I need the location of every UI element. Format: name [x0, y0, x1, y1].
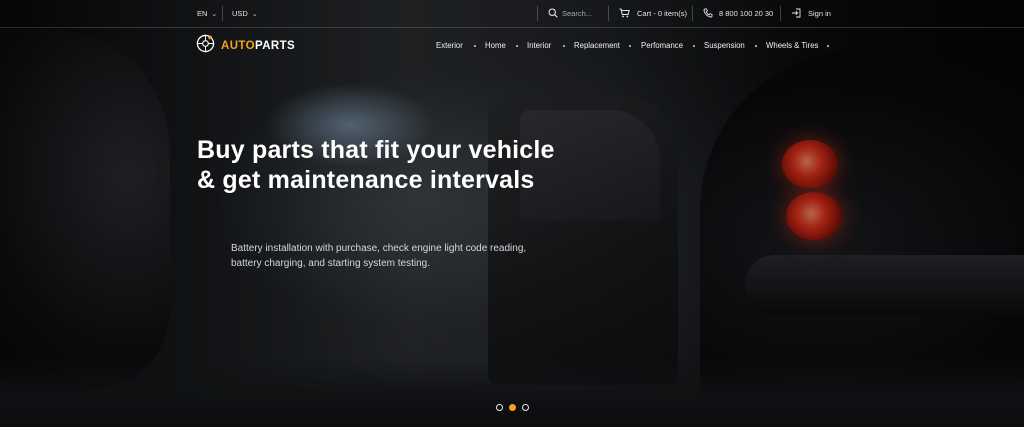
main-nav: Exterior Home Interior Replacement Perfo… [0, 36, 1024, 56]
language-selector[interactable]: EN ⌄ [197, 0, 217, 27]
search-icon [548, 7, 558, 20]
signin-icon [791, 8, 801, 20]
cart-icon [619, 8, 630, 20]
nav-separator [827, 45, 829, 47]
nav-item-interior[interactable]: Interior [527, 36, 551, 56]
slider-dot-3[interactable] [522, 404, 529, 411]
nav-item-home[interactable]: Home [485, 36, 506, 56]
signin-link[interactable]: Sign in [791, 0, 831, 27]
currency-value: USD [232, 9, 248, 18]
search-input[interactable]: Search... [562, 9, 592, 18]
nav-separator [693, 45, 695, 47]
slider-dot-2[interactable] [509, 404, 516, 411]
nav-separator [474, 45, 476, 47]
hero-headline: Buy parts that fit your vehicle & get ma… [197, 136, 555, 194]
nav-item-exterior[interactable]: Exterior [436, 36, 463, 56]
hero-overlay [0, 0, 1024, 427]
nav-separator [516, 45, 518, 47]
divider [692, 6, 693, 21]
nav-item-performance[interactable]: Perfomance [641, 36, 683, 56]
top-bar: EN ⌄ USD ⌄ Search... Cart - 0 item(s) 8 … [0, 0, 1024, 28]
hero-subtext: Battery installation with purchase, chec… [231, 243, 527, 269]
cart-label: Cart - 0 item(s) [637, 9, 688, 18]
phone-icon [703, 8, 713, 20]
nav-separator [563, 45, 565, 47]
slider-dot-1[interactable] [496, 404, 503, 411]
signin-label: Sign in [808, 9, 831, 18]
search-box[interactable]: Search... [548, 0, 592, 27]
nav-separator [629, 45, 631, 47]
phone-link[interactable]: 8 800 100 20 30 [703, 0, 773, 27]
divider [608, 6, 609, 21]
divider [780, 6, 781, 21]
cart-button[interactable]: Cart - 0 item(s) [619, 0, 687, 27]
language-value: EN [197, 9, 208, 18]
currency-selector[interactable]: USD ⌄ [232, 0, 258, 27]
slider-pagination [496, 404, 529, 411]
nav-item-replacement[interactable]: Replacement [574, 36, 620, 56]
chevron-down-icon: ⌄ [251, 10, 258, 18]
phone-number: 8 800 100 20 30 [719, 9, 774, 18]
nav-item-suspension[interactable]: Suspension [704, 36, 745, 56]
nav-separator [755, 45, 757, 47]
divider [537, 6, 538, 21]
hero-background [0, 0, 1024, 427]
nav-item-wheels-tires[interactable]: Wheels & Tires [766, 36, 818, 56]
chevron-down-icon: ⌄ [211, 10, 218, 18]
divider [222, 6, 223, 21]
